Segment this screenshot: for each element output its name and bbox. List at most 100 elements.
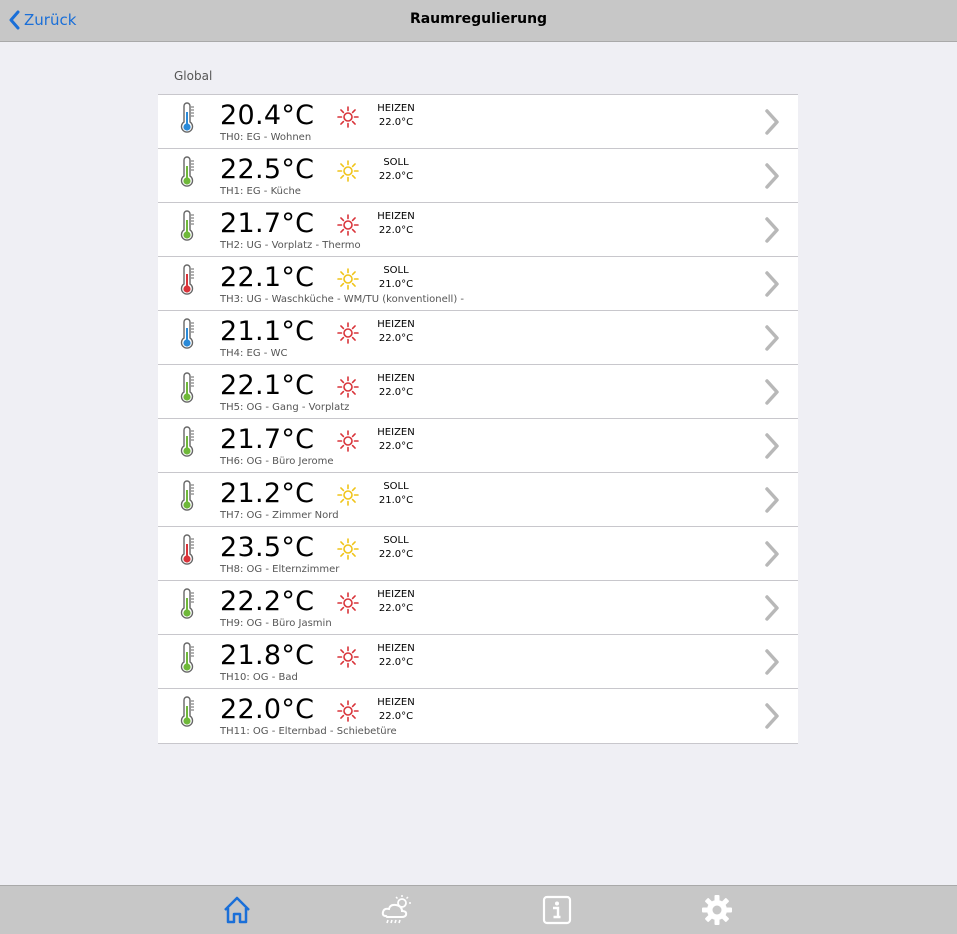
current-temperature: 22.5°C [220,154,315,185]
mode-block: HEIZEN 22.0°C [366,642,426,670]
tab-home[interactable] [220,893,254,927]
chevron-right-icon[interactable] [764,594,780,622]
chevron-right-icon[interactable] [764,432,780,460]
thermostat-name: TH7: OG - Zimmer Nord [220,510,339,521]
setpoint-value: 21.0°C [378,495,414,506]
setpoint-sun-icon [337,538,359,560]
thermometer-icon [180,426,194,457]
thermometer-icon [180,642,194,673]
setpoint-value: 22.0°C [378,225,414,236]
thermostat-row[interactable]: 21.7°C TH2: UG - Vorplatz - Thermo HEIZEN 2… [158,203,798,257]
mode-label: HEIZEN [377,427,415,438]
page-title: Raumregulierung [409,11,548,27]
thermometer-icon [180,264,194,295]
thermostat-row[interactable]: 22.0°C TH11: OG - Elternbad - Schiebetüre… [158,689,798,743]
thermostat-name: TH10: OG - Bad [220,672,298,683]
mode-block: HEIZEN 22.0°C [366,588,426,616]
thermostat-row[interactable]: 21.1°C TH4: EG - WC HEIZEN 22.0°C [158,311,798,365]
setpoint-value: 22.0°C [378,549,414,560]
thermostat-row[interactable]: 23.5°C TH8: OG - Elternzimmer SOLL 22.0°C [158,527,798,581]
weather-icon [381,895,411,924]
mode-block: HEIZEN 22.0°C [366,372,426,400]
mode-block: SOLL 21.0°C [366,264,426,292]
heating-sun-icon [337,106,359,128]
info-icon [542,895,572,925]
setpoint-value: 22.0°C [378,387,414,398]
chevron-right-icon[interactable] [764,540,780,568]
chevron-right-icon[interactable] [764,378,780,406]
thermostat-row[interactable]: 22.1°C TH5: OG - Gang - Vorplatz HEIZEN 22.… [158,365,798,419]
mode-label: HEIZEN [377,643,415,654]
thermostat-name: TH1: EG - Küche [220,186,301,197]
mode-label: HEIZEN [377,319,415,330]
thermostat-row[interactable]: 22.1°C TH3: UG - Waschküche - WM/TU (konv… [158,257,798,311]
tab-settings[interactable] [700,893,734,927]
tab-weather[interactable] [380,893,414,927]
setpoint-value: 22.0°C [378,603,414,614]
heating-sun-icon [337,700,359,722]
mode-block: SOLL 22.0°C [366,156,426,184]
thermostat-name: TH5: OG - Gang - Vorplatz [220,402,350,413]
current-temperature: 20.4°C [220,100,315,131]
mode-block: SOLL 21.0°C [366,480,426,508]
setpoint-value: 22.0°C [378,171,414,182]
section-label: Global [174,69,213,83]
chevron-right-icon[interactable] [764,702,780,730]
thermostat-name: TH6: OG - Büro Jerome [220,456,334,467]
chevron-right-icon[interactable] [764,486,780,514]
current-temperature: 22.0°C [220,694,315,725]
chevron-right-icon[interactable] [764,162,780,190]
chevron-right-icon[interactable] [764,216,780,244]
thermostat-name: TH8: OG - Elternzimmer [220,564,340,575]
chevron-right-icon[interactable] [764,270,780,298]
thermometer-icon [180,588,194,619]
current-temperature: 21.7°C [220,424,315,455]
current-temperature: 21.8°C [220,640,315,671]
thermostat-row[interactable]: 22.5°C TH1: EG - Küche SOLL 22.0°C [158,149,798,203]
setpoint-sun-icon [337,484,359,506]
setpoint-value: 22.0°C [378,657,414,668]
mode-block: HEIZEN 22.0°C [366,210,426,238]
thermometer-icon [180,318,194,349]
thermostat-row[interactable]: 20.4°C TH0: EG - Wohnen HEIZEN 22.0°C [158,95,798,149]
thermostat-row[interactable]: 21.2°C TH7: OG - Zimmer Nord SOLL 21.0°C [158,473,798,527]
setpoint-value: 22.0°C [378,333,414,344]
heating-sun-icon [337,214,359,236]
mode-label: HEIZEN [377,211,415,222]
current-temperature: 23.5°C [220,532,315,563]
mode-block: HEIZEN 22.0°C [366,318,426,346]
mode-label: HEIZEN [377,589,415,600]
tab-info[interactable] [540,893,574,927]
mode-block: HEIZEN 22.0°C [366,102,426,130]
setpoint-value: 22.0°C [378,441,414,452]
mode-label: SOLL [383,481,409,492]
mode-label: SOLL [383,265,409,276]
thermometer-icon [180,156,194,187]
thermostat-name: TH0: EG - Wohnen [220,132,312,143]
setpoint-value: 22.0°C [378,711,414,722]
setpoint-value: 22.0°C [378,117,414,128]
chevron-right-icon[interactable] [764,648,780,676]
thermostat-row[interactable]: 21.8°C TH10: OG - Bad HEIZEN 22.0°C [158,635,798,689]
chevron-right-icon[interactable] [764,108,780,136]
thermostat-row[interactable]: 21.7°C TH6: OG - Büro Jerome HEIZEN 22.0°C [158,419,798,473]
thermostat-name: TH9: OG - Büro Jasmin [220,618,332,629]
current-temperature: 22.1°C [220,262,315,293]
setpoint-sun-icon [337,160,359,182]
current-temperature: 22.2°C [220,586,315,617]
thermometer-icon [180,480,194,511]
thermometer-icon [180,696,194,727]
thermostat-row[interactable]: 22.2°C TH9: OG - Büro Jasmin HEIZEN 22.0°C [158,581,798,635]
thermostat-name: TH3: UG - Waschküche - WM/TU (konvention… [220,294,465,305]
heating-sun-icon [337,322,359,344]
chevron-right-icon[interactable] [764,324,780,352]
setpoint-value: 21.0°C [378,279,414,290]
current-temperature: 21.7°C [220,208,315,239]
mode-label: SOLL [383,157,409,168]
setpoint-sun-icon [337,268,359,290]
heating-sun-icon [337,430,359,452]
heating-sun-icon [337,376,359,398]
thermostat-name: TH4: EG - WC [220,348,288,359]
mode-block: SOLL 22.0°C [366,534,426,562]
thermostat-list: 20.4°C TH0: EG - Wohnen HEIZEN 22.0°C 22.5°C… [158,94,798,744]
